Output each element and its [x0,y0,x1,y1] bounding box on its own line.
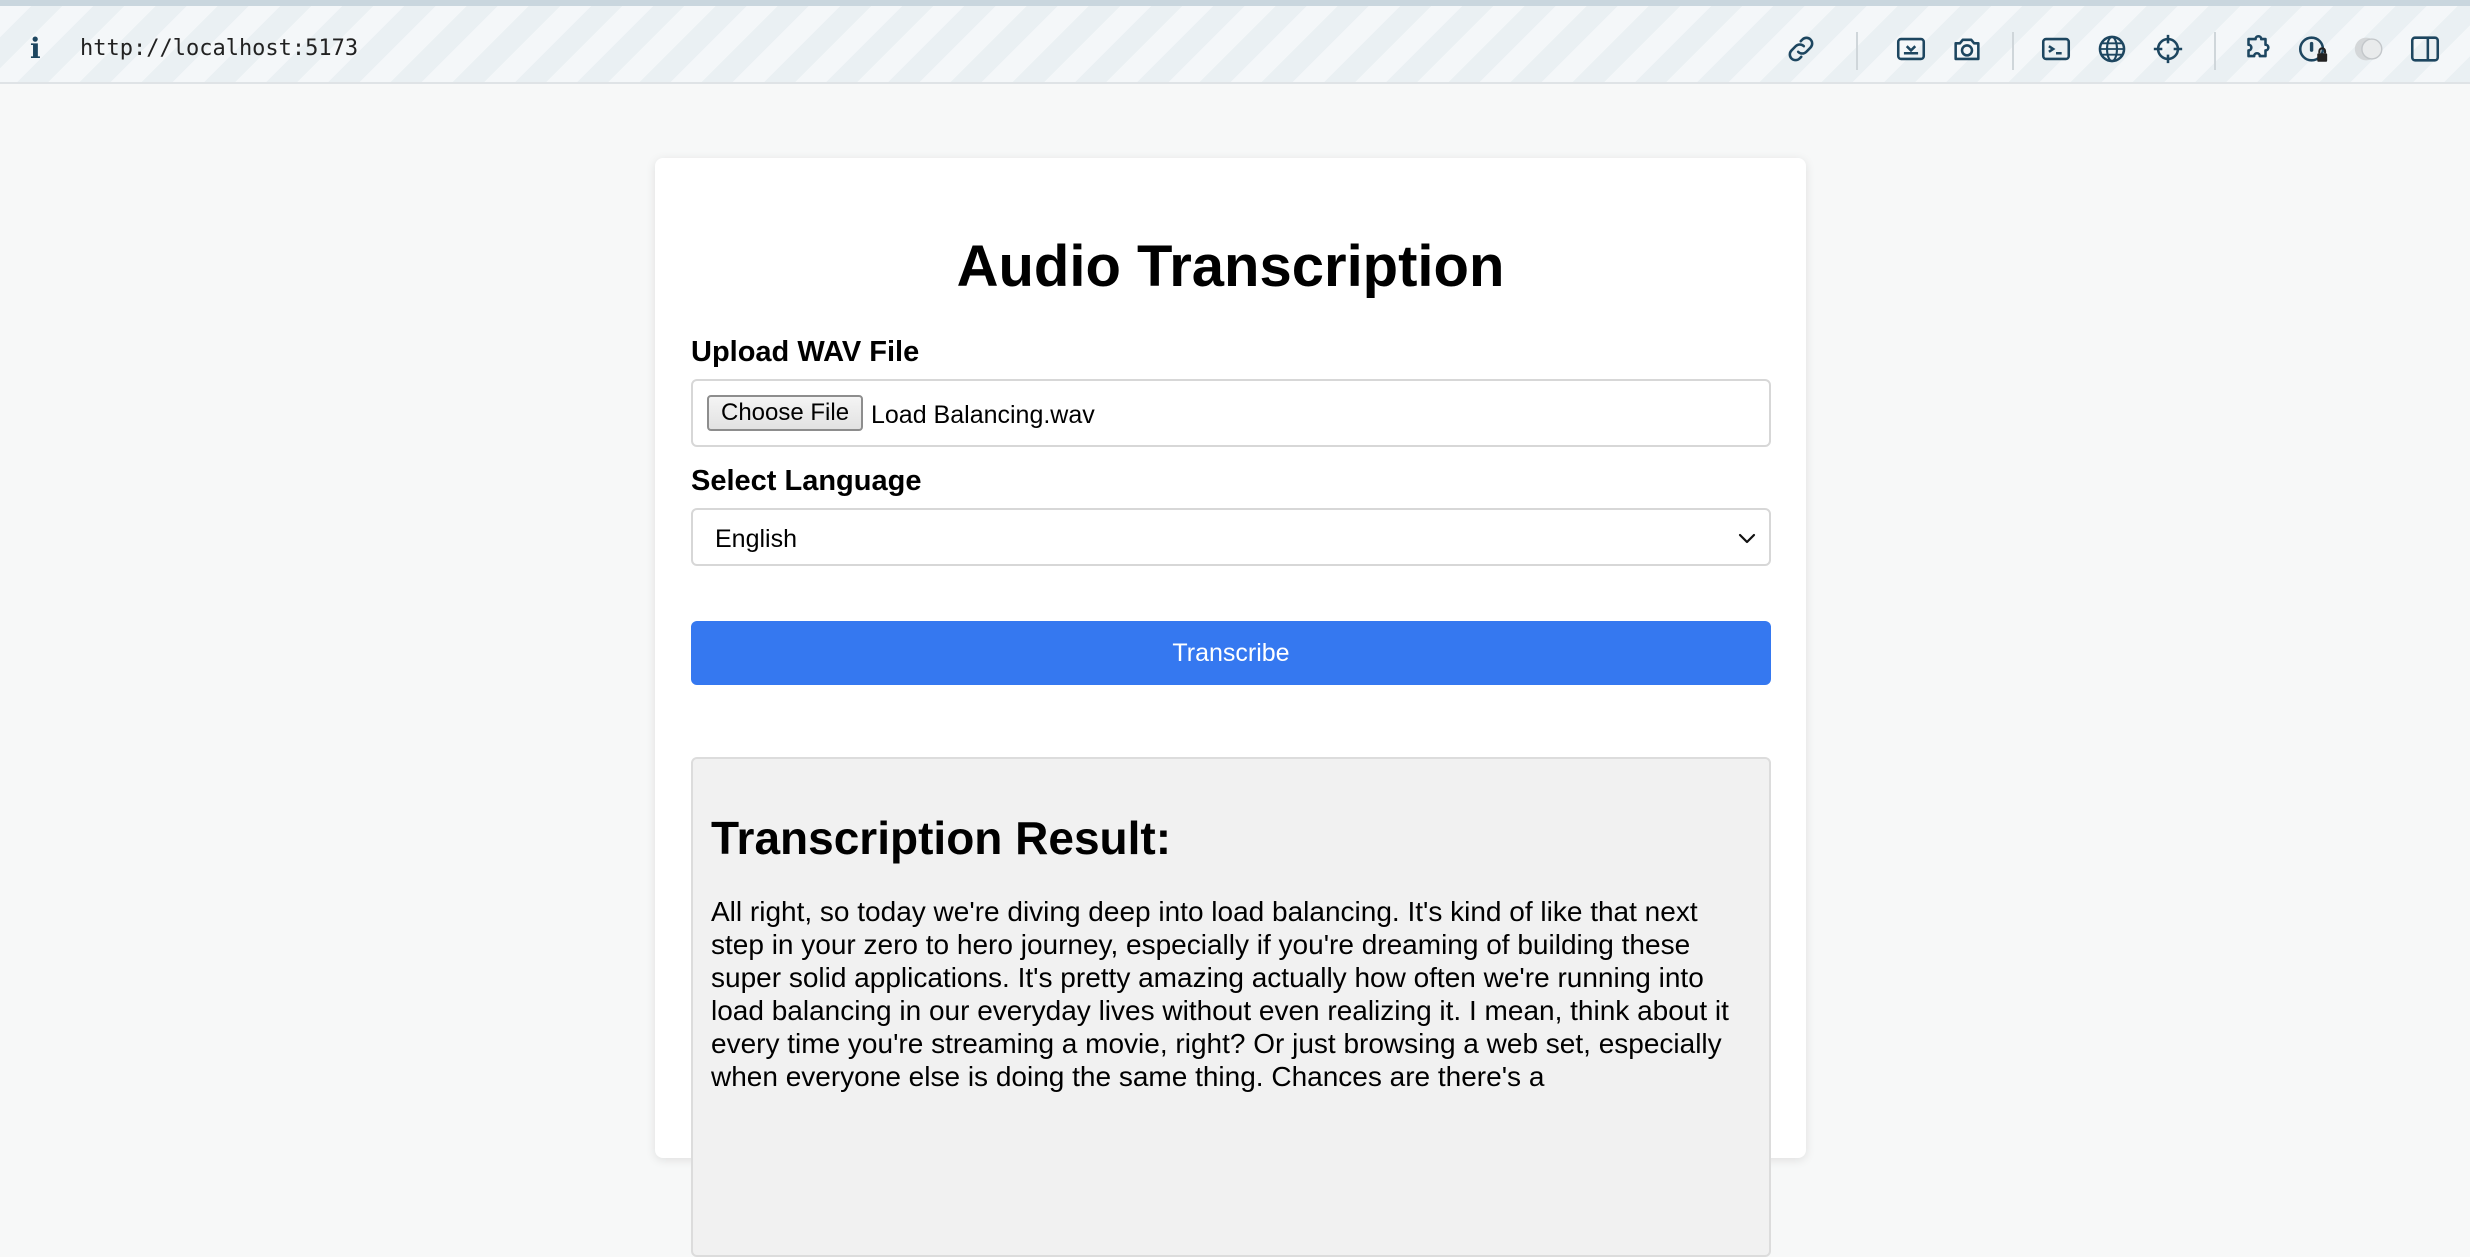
toolbar-divider [1856,32,1858,70]
sidebar-icon[interactable] [2408,32,2442,66]
language-select-value: English [715,525,797,553]
transcribe-button[interactable]: Transcribe [691,621,1771,685]
link-icon[interactable] [1784,32,1818,66]
camera-icon[interactable] [1950,32,1984,66]
upload-label: Upload WAV File [691,336,920,368]
screen-capture-icon[interactable] [1894,32,1928,66]
language-label: Select Language [691,465,922,497]
chevron-down-icon [1738,533,1756,544]
selected-file-name: Load Balancing.wav [871,401,1095,429]
transcription-card: Audio Transcription Upload WAV File Choo… [655,158,1806,1257]
extensions-icon[interactable] [2240,32,2274,66]
crosshair-icon[interactable] [2151,32,2185,66]
language-select[interactable]: English [691,508,1771,566]
password-manager-icon[interactable] [2296,32,2330,66]
page-title: Audio Transcription [956,234,1505,299]
address-bar-url[interactable]: http://localhost:5173 [80,36,358,61]
result-text: All right, so today we're diving deep in… [711,896,1729,1092]
result-heading: Transcription Result: [711,812,1172,864]
transcription-result-panel: Transcription Result: All right, so toda… [691,757,1771,1257]
terminal-icon[interactable] [2039,32,2073,66]
choose-file-button[interactable]: Choose File [707,395,864,431]
browser-toolbar: i http://localhost:5173 [0,0,2470,84]
profile-icon[interactable] [2352,32,2386,66]
globe-icon[interactable] [2095,32,2129,66]
toolbar-divider [2012,32,2014,70]
toolbar-divider [2214,32,2216,70]
info-icon[interactable]: i [30,32,41,65]
file-input[interactable]: Choose File Load Balancing.wav [691,379,1771,447]
